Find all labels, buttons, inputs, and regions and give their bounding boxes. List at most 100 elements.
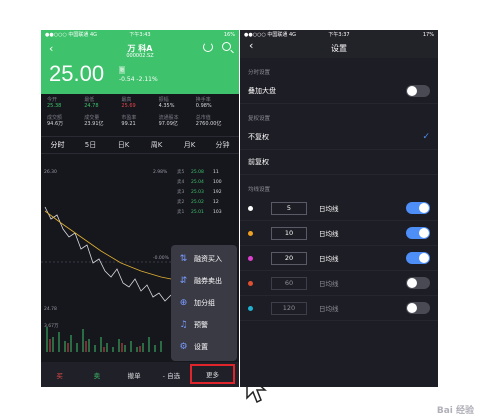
watermark: Bai 经验: [436, 406, 474, 416]
ma-label: 日均线: [319, 205, 339, 213]
tab-timeshare[interactable]: 分时: [41, 137, 74, 153]
menu-item-alert[interactable]: ♫ 预警: [171, 314, 237, 336]
axis-top-label: 26.30: [44, 170, 57, 175]
menu-item-margin-buy[interactable]: ⇅ 融资买入: [171, 248, 237, 270]
ma-period-input[interactable]: 5: [271, 201, 307, 215]
axis-low-label: 24.78: [44, 307, 57, 312]
stat-item: 最高 25.69: [121, 97, 136, 109]
checkmark-icon: ✓: [422, 132, 430, 142]
settings-screen: ●●○○○ 中国联通 4G 下午3:37 17% ‹ 设置 分时设置 叠加大盘 …: [240, 30, 438, 387]
status-bar: ●●○○○ 中国联通 4G 下午3:37 17%: [240, 30, 438, 39]
more-button[interactable]: 更多: [190, 364, 235, 384]
stat-item: 流通股本 97.09亿: [158, 114, 179, 127]
ma-toggle[interactable]: [406, 227, 430, 239]
ma-color-dot: [248, 230, 253, 236]
add-group-icon: ⊕: [179, 297, 188, 308]
tab-weekly-k[interactable]: 周K: [140, 137, 173, 153]
margin-buy-icon: ⇅: [179, 253, 188, 264]
ma-row: 60 日均线: [240, 271, 438, 296]
menu-item-short-sell[interactable]: ⇵ 融券卖出: [171, 270, 237, 292]
sell-button[interactable]: 卖: [78, 370, 115, 380]
bell-icon: ♫: [179, 319, 188, 330]
battery-text: 17%: [422, 31, 434, 38]
overlay-index-toggle[interactable]: [406, 85, 430, 97]
stat-item: 成交额 94.6万: [47, 114, 64, 127]
order-row: 卖1 25.01 103: [177, 209, 222, 216]
gear-icon: ⚙: [179, 341, 188, 352]
trade-toolbar: 买 卖 撤单 - 自选 更多: [41, 362, 239, 387]
ma-row: 120 日均线: [240, 296, 438, 321]
ma-color-dot: [248, 255, 253, 261]
stat-item: 成交量 23.91亿: [84, 114, 104, 127]
tab-minute[interactable]: 分钟: [206, 137, 239, 153]
ma-period-input[interactable]: 20: [271, 251, 307, 265]
chart-tabs: 分时 5日 日K 周K 月K 分钟: [41, 136, 239, 154]
ma-row: 20 日均线: [240, 246, 438, 271]
ma-toggle[interactable]: [406, 302, 430, 314]
forward-adjust-option[interactable]: 前复权: [240, 150, 438, 175]
order-row: 卖3 25.03 192: [177, 189, 222, 196]
ma-period-input[interactable]: 10: [271, 226, 307, 240]
menu-item-add-group[interactable]: ⊕ 加分组: [171, 292, 237, 314]
status-bar: ●●○○○ 中国联通 4G 下午3:43 16%: [41, 30, 239, 39]
section-ma: 均线设置: [248, 187, 271, 193]
stock-code: 000002.SZ: [126, 53, 154, 59]
order-row: 卖5 25.08 11: [177, 169, 219, 176]
no-adjust-label: 不复权: [248, 133, 269, 141]
buy-button[interactable]: 买: [41, 370, 78, 380]
ma-toggle[interactable]: [406, 277, 430, 289]
stat-item: 最低 24.78: [84, 97, 99, 109]
ma-color-dot: [248, 280, 253, 286]
order-book: 卖5 25.08 11 卖4 25.04 100 卖3 25.03 192 卖2 25.02 1…: [177, 167, 239, 217]
ma-period-input[interactable]: 60: [271, 276, 307, 290]
search-icon[interactable]: [222, 42, 231, 51]
volume-label: 3.67万: [44, 324, 59, 329]
watchlist-button[interactable]: - 自选: [153, 370, 190, 380]
tab-monthly-k[interactable]: 月K: [173, 137, 206, 153]
stock-detail-screen: ●●○○○ 中国联通 4G 下午3:43 16% ‹ 万 科A 000002.S…: [41, 30, 239, 387]
page-title: 设置: [331, 44, 347, 53]
ma-row: 10 日均线: [240, 221, 438, 246]
ma-period-input[interactable]: 120: [271, 301, 307, 315]
price-change: -0.54 -2.11%: [119, 76, 158, 83]
price-line: [44, 206, 172, 302]
menu-item-settings[interactable]: ⚙ 设置: [171, 336, 237, 358]
stat-item: 市盈率 99.21: [121, 114, 137, 127]
ma-color-dot: [248, 205, 253, 211]
tab-daily-k[interactable]: 日K: [107, 137, 140, 153]
clock-text: 下午3:43: [129, 32, 151, 38]
refresh-icon[interactable]: [203, 42, 213, 52]
short-sell-icon: ⇵: [179, 275, 188, 286]
avg-line: [44, 210, 172, 280]
more-menu: ⇅ 融资买入 ⇵ 融券卖出 ⊕ 加分组 ♫ 预警 ⚙ 设置: [171, 245, 237, 361]
stat-item: 振幅 4.35%: [158, 97, 175, 109]
axis-mid-pct-label: -0.00%: [153, 256, 169, 261]
battery-text: 16%: [223, 31, 235, 38]
order-row: 卖4 25.04 100: [177, 179, 222, 186]
ma-row: 5 日均线: [240, 196, 438, 221]
overlay-index-row: 叠加大盘: [240, 79, 438, 104]
settings-header: ●●○○○ 中国联通 4G 下午3:37 17% ‹ 设置: [240, 30, 438, 58]
ma-label: 日均线: [319, 305, 339, 313]
tab-5day[interactable]: 5日: [74, 137, 107, 153]
clock-text: 下午3:37: [328, 32, 350, 38]
ma-label: 日均线: [319, 255, 339, 263]
ma-label: 日均线: [319, 280, 339, 288]
ma-toggle[interactable]: [406, 252, 430, 264]
cancel-order-button[interactable]: 撤单: [116, 370, 153, 380]
no-adjust-option[interactable]: 不复权 ✓: [240, 125, 438, 150]
section-adjust: 复权设置: [248, 116, 271, 122]
stock-stats: 今开 25.38 最低 24.78 最高 25.69 振幅 4.35% 换手率 0.98%…: [41, 94, 239, 130]
stock-price: 25.00: [49, 61, 105, 86]
stat-item: 今开 25.38: [47, 97, 62, 109]
stock-header: ●●○○○ 中国联通 4G 下午3:43 16% ‹ 万 科A 000002.S…: [41, 30, 239, 94]
ma-toggle[interactable]: [406, 202, 430, 214]
stat-item: 总市值 2760.00亿: [195, 114, 222, 127]
ma-label: 日均线: [319, 230, 339, 238]
margin-badge: 融: [119, 66, 125, 74]
forward-adjust-label: 前复权: [248, 158, 269, 166]
order-row: 卖2 25.02 12: [177, 199, 219, 206]
ma-color-dot: [248, 305, 253, 311]
overlay-index-label: 叠加大盘: [248, 87, 276, 95]
section-timeshare: 分时设置: [248, 70, 271, 76]
